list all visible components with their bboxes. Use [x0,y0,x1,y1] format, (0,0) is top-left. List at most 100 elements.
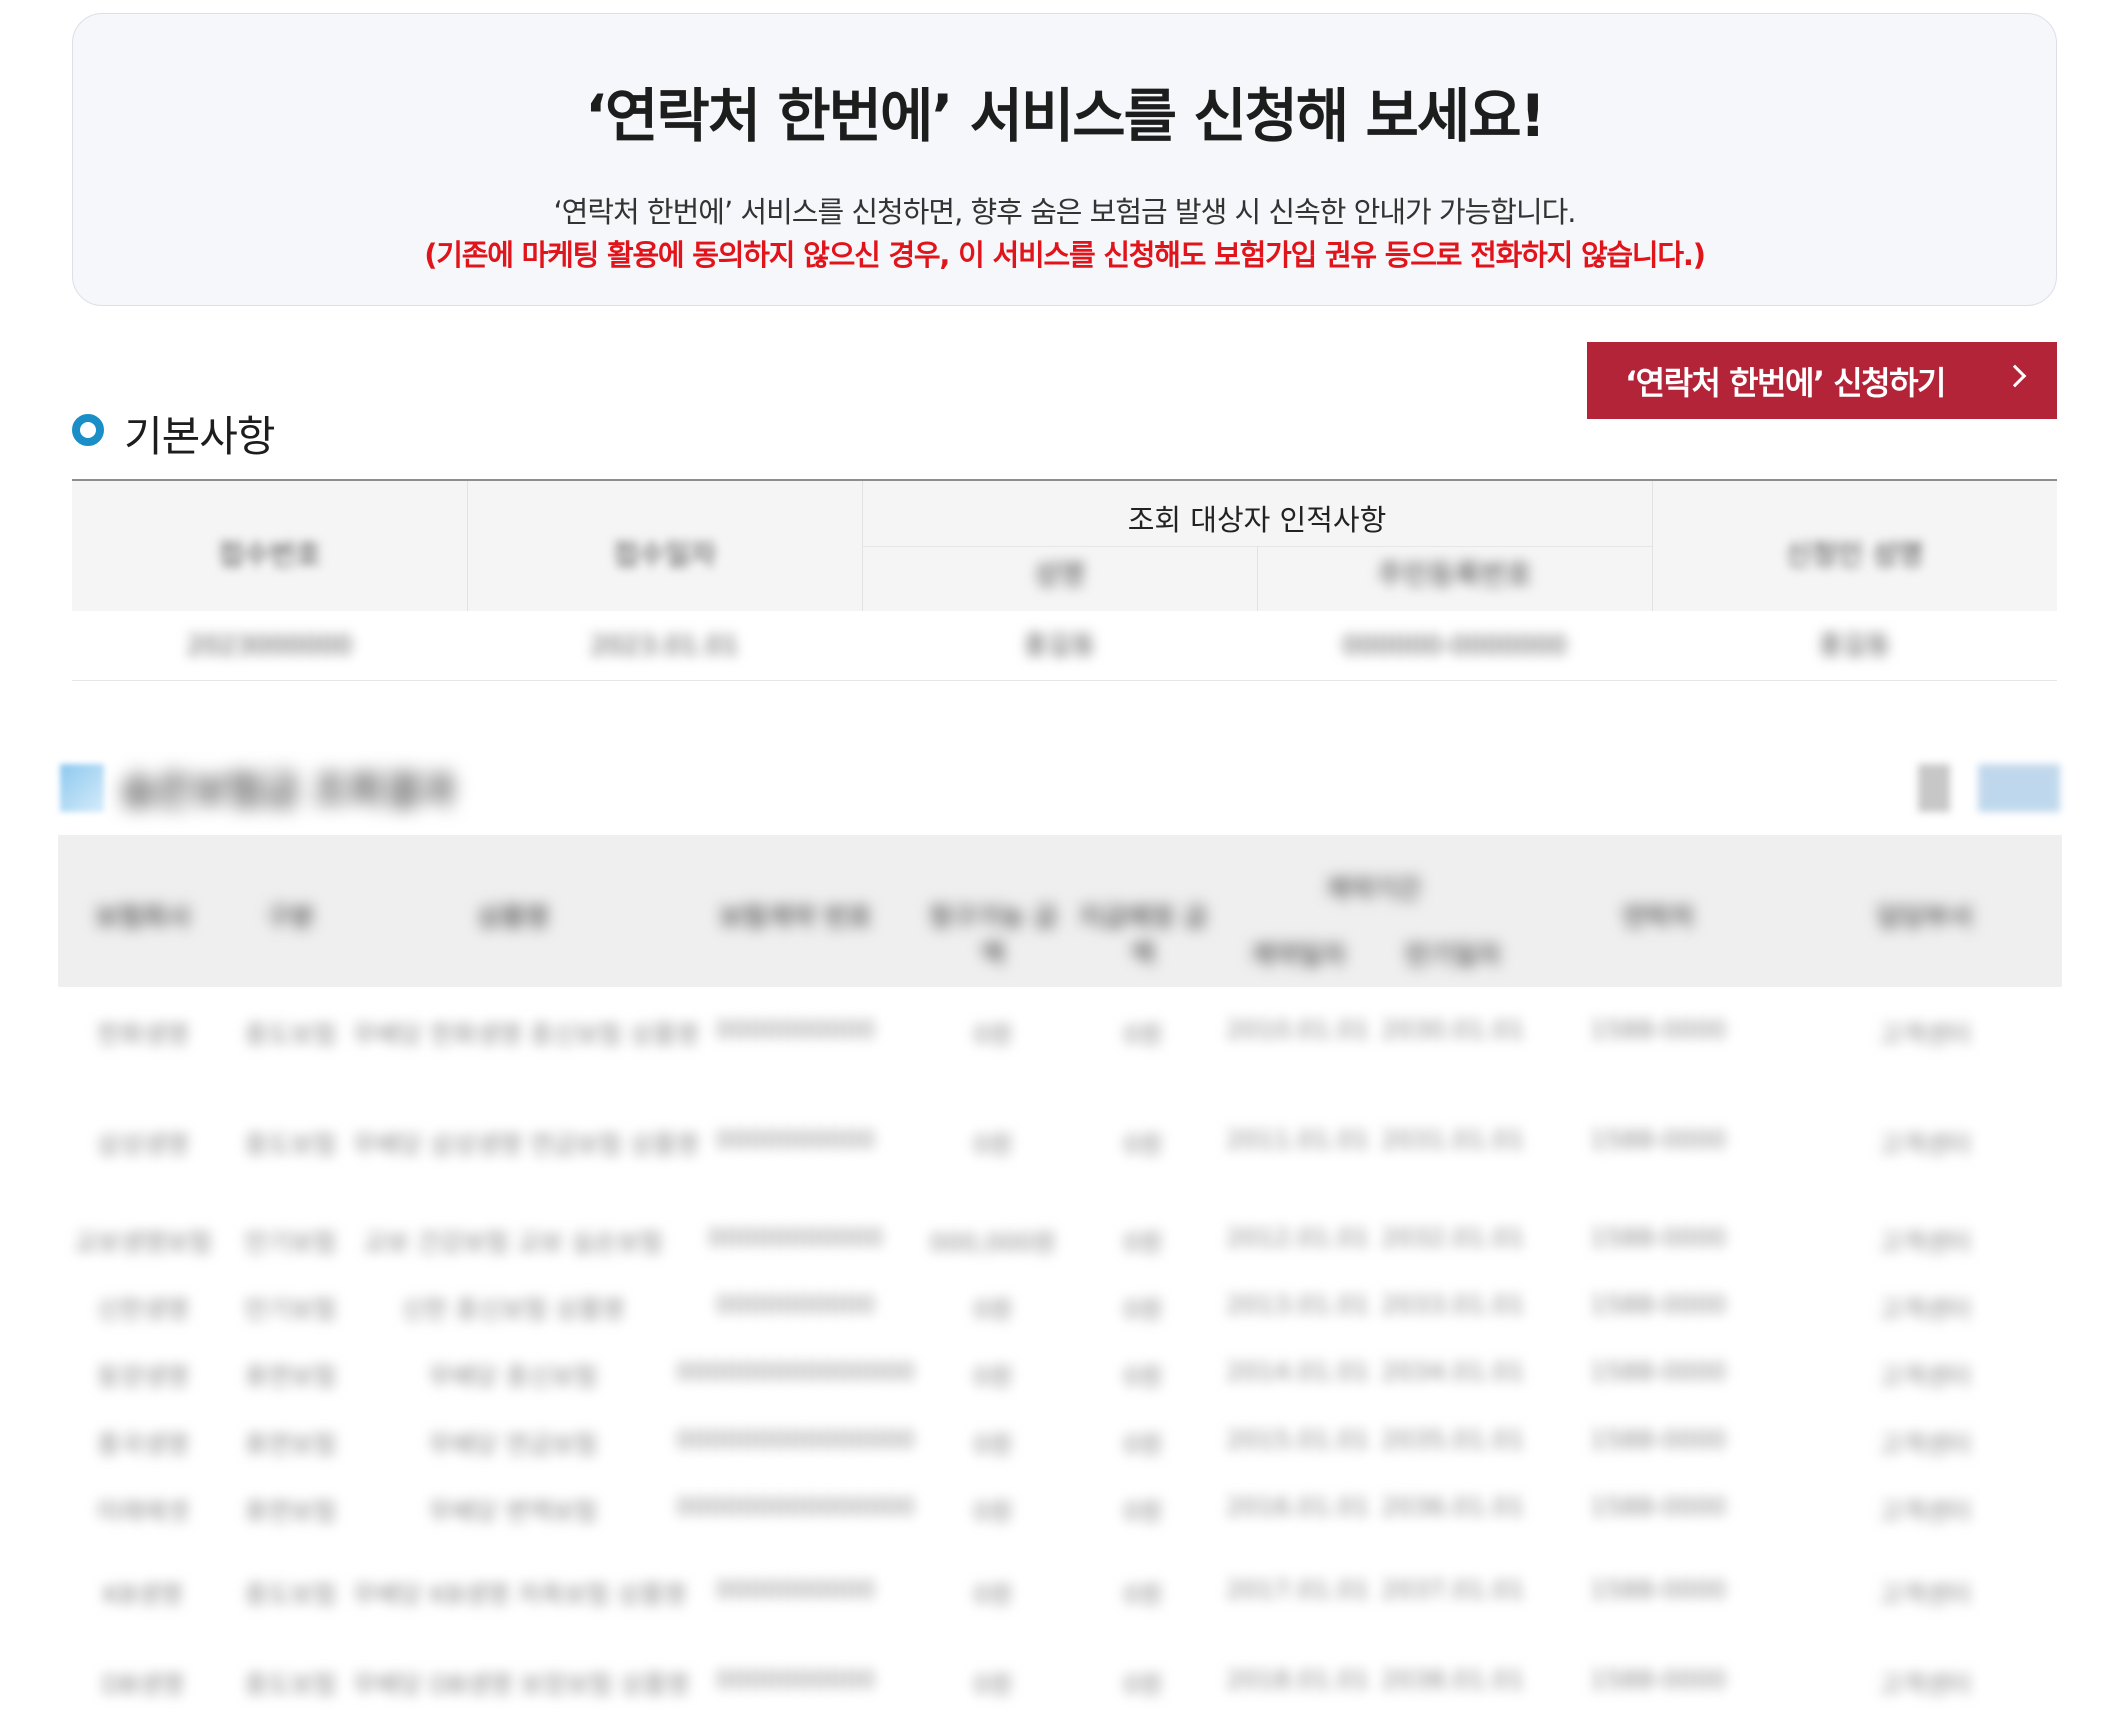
detail-cell-r5-c2: 무배당 연금보험 [428,1430,598,1459]
detail-cell-r7-c8: 1588-0000 [1589,1575,1727,1604]
detail-cell-r6-c5: 0원 [1123,1497,1163,1526]
detail-cell-r6-c1: 휴면보험 [244,1497,337,1526]
detail-header-2: 상품명 [477,903,549,933]
detail-cell-r7-c5: 0원 [1123,1580,1163,1609]
detail-cell-r8-c8: 1588-0000 [1589,1665,1727,1694]
detail-cell-r3-c2: 신한 종신보험 상품명 [401,1295,625,1324]
detail-cell-r4-c3: 000000000000000 [676,1357,915,1386]
detail-cell-r2-c0: 교보생명보험 [73,1228,212,1257]
detail-cell-r5-c6: 2015.01.01 [1226,1425,1370,1454]
detail-cell-r8-c9: 고객센터 [1878,1670,1971,1699]
detail-cell-r5-c8: 1588-0000 [1589,1425,1727,1454]
detail-cell-r7-c3: 0000000000 [715,1575,876,1604]
detail-cell-r0-c0: 한화생명 [96,1020,189,1049]
detail-cell-r0-c4: 0원 [973,1020,1013,1049]
detail-cell-r2-c2: 교보 건강보험 교보 실손보험 [363,1228,663,1257]
detail-cell-r0-c1: 중도보험 [244,1020,337,1049]
detail-cell-r0-c5: 0원 [1123,1020,1163,1049]
header-receipt-date: 접수일자 [612,538,717,571]
detail-cell-r6-c0: 미래에셋 [96,1497,189,1526]
detail-header-6: 계약일자 [1250,941,1346,971]
detail-cell-r4-c0: 동양생명 [96,1362,189,1391]
detail-cell-r2-c7: 2032.01.01 [1381,1223,1525,1252]
detail-cell-r2-c1: 만기보험 [244,1228,337,1257]
detail-cell-r3-c1: 만기보험 [244,1295,337,1324]
detail-cell-r7-c6: 2017.01.01 [1226,1575,1370,1604]
banner-title: ‘연락처 한번에’ 서비스를 신청해 보세요! [584,82,1546,150]
detail-cell-r4-c5: 0원 [1123,1362,1163,1391]
detail-cell-r8-c1: 중도보험 [244,1670,337,1699]
detail-cell-r3-c0: 신한생명 [96,1295,189,1324]
detail-cell-r8-c7: 2038.01.01 [1381,1665,1525,1694]
detail-cell-r7-c0: KB생명 [103,1580,183,1609]
detail-cell-r3-c7: 2033.01.01 [1381,1290,1525,1319]
header-applicant-name: 신청인 성명 [1785,538,1924,571]
apply-contact-service-button[interactable]: ‘연락처 한번에’ 신청하기 [1587,342,2057,419]
print-icon[interactable] [1918,764,1950,812]
detail-cell-r1-c7: 2031.01.01 [1381,1125,1525,1154]
detail-cell-r6-c2: 무배당 변액보험 [428,1497,598,1526]
detail-cell-r5-c9: 고객센터 [1878,1430,1971,1459]
detail-header-9: 담당부서 [1877,903,1973,933]
subheader-name: 성명 [1033,558,1086,591]
detail-cell-r2-c5: 0원 [1123,1228,1163,1257]
section-title-detail: 숨은보험금 조회결과 [120,768,456,814]
detail-cell-r3-c3: 0000000000 [715,1290,876,1319]
detail-cell-r4-c7: 2034.01.01 [1381,1357,1525,1386]
detail-cell-r8-c2: 무배당 DB생명 보장보험 상품명 [353,1670,690,1699]
header-receipt-number: 접수번호 [217,538,322,571]
basic-info-table: 접수번호 접수일자 조회 대상자 인적사항 신청인 성명 성명 주민등록번호 2… [72,479,2057,681]
detail-cell-r1-c8: 1588-0000 [1589,1125,1727,1154]
detail-cell-r2-c8: 1588-0000 [1589,1223,1727,1252]
detail-cell-r5-c0: 흥국생명 [96,1430,189,1459]
detail-header-1: 구분 [266,903,315,933]
detail-cell-r2-c6: 2012.01.01 [1226,1223,1370,1252]
detail-cell-r8-c5: 0원 [1123,1670,1163,1699]
section-plus-icon [60,764,104,812]
detail-cell-r1-c5: 0원 [1123,1130,1163,1159]
detail-cell-r6-c7: 2036.01.01 [1381,1492,1525,1521]
apply-button-label: ‘연락처 한번에’ 신청하기 [1625,363,1947,402]
detail-cell-r6-c4: 0원 [973,1497,1013,1526]
cell-receipt-date: 2023.01.01 [590,631,739,661]
detail-cell-r1-c2: 무배당 삼성생명 연금보험 상품명 [353,1130,699,1159]
cell-receipt-number: 2023000000 [186,631,353,661]
detail-cell-r7-c9: 고객센터 [1878,1580,1971,1609]
detail-cell-r2-c4: 000,000원 [929,1228,1057,1257]
detail-cell-r2-c9: 고객센터 [1878,1228,1971,1257]
detail-cell-r5-c3: 000000000000000 [676,1425,915,1454]
detail-cell-r8-c6: 2018.01.01 [1226,1665,1370,1694]
detail-cell-r4-c9: 고객센터 [1878,1362,1971,1391]
detail-cell-r8-c3: 0000000000 [715,1665,876,1694]
detail-header-3: 보험계약 번호 [719,903,872,933]
detail-cell-r0-c3: 0000000000 [715,1015,876,1044]
detail-header-group: 계약기간 [1325,875,1421,905]
detail-header-8: 연락처 [1622,903,1694,933]
detail-cell-r1-c4: 0원 [973,1130,1013,1159]
detail-cell-r4-c8: 1588-0000 [1589,1357,1727,1386]
detail-cell-r3-c6: 2013.01.01 [1226,1290,1370,1319]
detail-cell-r4-c6: 2014.01.01 [1226,1357,1370,1386]
section-title-basic: 기본사항 [124,412,276,461]
detail-cell-r8-c0: DB생명 [101,1670,185,1699]
detail-header-0: 보험회사 [95,903,191,933]
banner-warning: (기존에 마케팅 활용에 동의하지 않으신 경우, 이 서비스를 신청해도 보험… [424,238,1706,272]
header-target-personal-info: 조회 대상자 인적사항 [1127,503,1387,537]
excel-download-icon[interactable] [1978,764,2060,812]
detail-cell-r0-c2: 무배당 한화생명 종신보험 상품명 [353,1020,699,1049]
detail-cell-r1-c0: 삼성생명 [96,1130,189,1159]
detail-cell-r2-c3: 00000000000 [708,1223,883,1252]
detail-cell-r6-c3: 000000000000000 [676,1492,915,1521]
detail-cell-r6-c8: 1588-0000 [1589,1492,1727,1521]
detail-cell-r1-c9: 고객센터 [1878,1130,1971,1159]
detail-cell-r3-c5: 0원 [1123,1295,1163,1324]
detail-header-5: 지급예정 금액 [1078,903,1208,970]
section-bullet-icon [72,414,104,446]
detail-cell-r4-c4: 0원 [973,1362,1013,1391]
detail-cell-r1-c6: 2011.01.01 [1226,1125,1370,1154]
detail-cell-r3-c8: 1588-0000 [1589,1290,1727,1319]
detail-cell-r3-c9: 고객센터 [1878,1295,1971,1324]
detail-cell-r0-c6: 2010.01.01 [1226,1015,1370,1044]
detail-cell-r5-c7: 2035.01.01 [1381,1425,1525,1454]
detail-cell-r5-c1: 휴면보험 [244,1430,337,1459]
